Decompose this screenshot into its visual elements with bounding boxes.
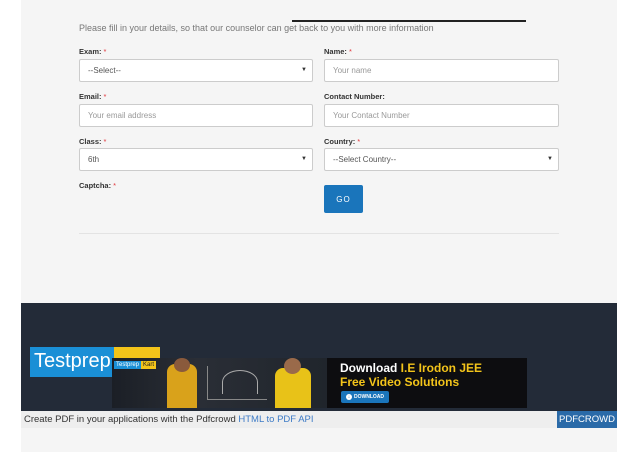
country-select[interactable]: --Select Country-- ▼: [324, 148, 559, 171]
promo-banner[interactable]: Testprep Kart Download I.E Irodon JEE Fr…: [112, 358, 527, 408]
captcha-label: Captcha: *: [79, 181, 117, 190]
form-intro-text: Please fill in your details, so that our…: [79, 23, 434, 33]
exam-label: Exam: *: [79, 47, 107, 56]
banner-title: Download I.E Irodon JEE: [340, 361, 483, 375]
pdfcrowd-button[interactable]: PDFCROWD: [557, 411, 617, 428]
name-label: Name: *: [324, 47, 352, 56]
email-label: Email: *: [79, 92, 107, 101]
teacher-head-left: [174, 358, 190, 372]
contact-input[interactable]: Your Contact Number: [324, 104, 559, 127]
exam-select[interactable]: --Select-- ▼: [79, 59, 313, 82]
contact-label: Contact Number:: [324, 92, 385, 101]
banner-download-button[interactable]: ↓ DOWNLOAD: [341, 391, 389, 403]
logo-text: Testprep: [30, 347, 114, 377]
caret-down-icon: ▼: [547, 156, 553, 162]
go-button[interactable]: GO: [324, 185, 363, 213]
class-select[interactable]: 6th ▼: [79, 148, 313, 171]
pdfcrowd-bar: Create PDF in your applications with the…: [21, 411, 617, 428]
email-input[interactable]: Your email address: [79, 104, 313, 127]
banner-mini-logo: Testprep Kart: [114, 361, 157, 369]
pdfcrowd-link[interactable]: HTML to PDF API: [238, 414, 313, 425]
banner-photo: Testprep Kart: [112, 358, 327, 408]
top-divider: [292, 20, 526, 22]
country-label: Country: *: [324, 137, 361, 146]
chalkboard-curve: [222, 370, 258, 394]
download-icon: ↓: [346, 394, 352, 400]
caret-down-icon: ▼: [301, 156, 307, 162]
banner-subtitle: Free Video Solutions: [340, 375, 460, 389]
form-divider: [79, 233, 559, 234]
teacher-figure-right: [275, 368, 311, 408]
pdfcrowd-text: Create PDF in your applications with the…: [24, 414, 314, 425]
name-input[interactable]: Your name: [324, 59, 559, 82]
class-label: Class: *: [79, 137, 107, 146]
teacher-head-right: [284, 358, 301, 374]
caret-down-icon: ▼: [301, 67, 307, 73]
